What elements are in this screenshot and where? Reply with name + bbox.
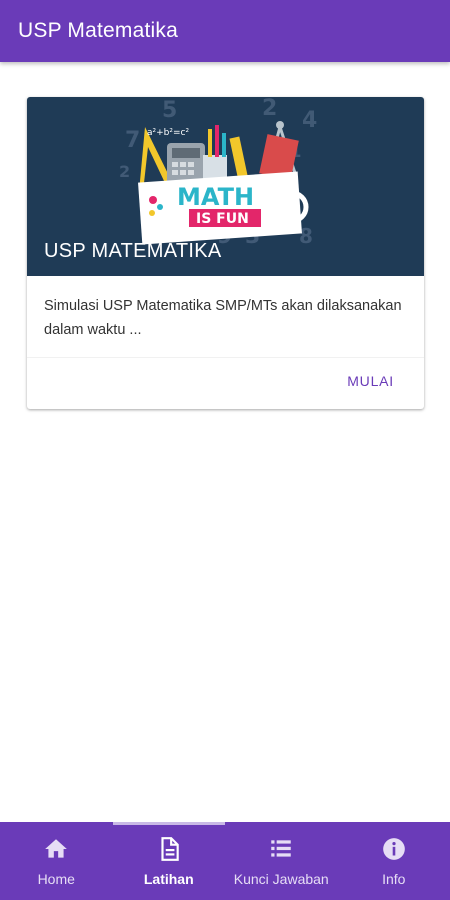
card-description: Simulasi USP Matematika SMP/MTs akan dil… [44,298,402,338]
nav-label-info: Info [382,871,406,887]
document-icon [161,837,179,861]
nav-label-home: Home [37,871,75,887]
nav-item-home[interactable]: Home [0,822,113,900]
list-icon [271,840,291,857]
svg-text:2: 2 [262,97,277,121]
bottom-navigation: Home Latihan Kunci Jawaban Info [0,822,450,900]
svg-text:4: 4 [302,108,317,133]
math-word: MATH [177,183,254,211]
card-title: USP MATEMATIKA [44,240,222,262]
quiz-card[interactable]: 5 7 2 4 1 0 9 3 8 2 [27,97,424,409]
nav-item-info[interactable]: Info [338,822,450,900]
app-bar: USP Matematika [0,0,450,62]
svg-text:7: 7 [125,128,140,153]
nav-label-latihan: Latihan [143,871,194,887]
formula-text: a²+b²=c² [147,128,189,138]
info-icon [382,838,405,860]
svg-text:5: 5 [162,98,177,123]
nav-label-kunci-jawaban: Kunci Jawaban [233,871,329,887]
nav-item-latihan[interactable]: Latihan [113,822,226,900]
card-divider [27,357,424,358]
is-fun-word: IS FUN [196,211,249,227]
app-title: USP Matematika [18,19,178,42]
nav-item-kunci-jawaban[interactable]: Kunci Jawaban [225,822,338,900]
svg-text:2: 2 [119,162,130,181]
home-icon [45,839,68,858]
math-banner-image: 5 7 2 4 1 0 9 3 8 2 [27,97,424,276]
start-button[interactable]: MULAI [347,373,394,389]
